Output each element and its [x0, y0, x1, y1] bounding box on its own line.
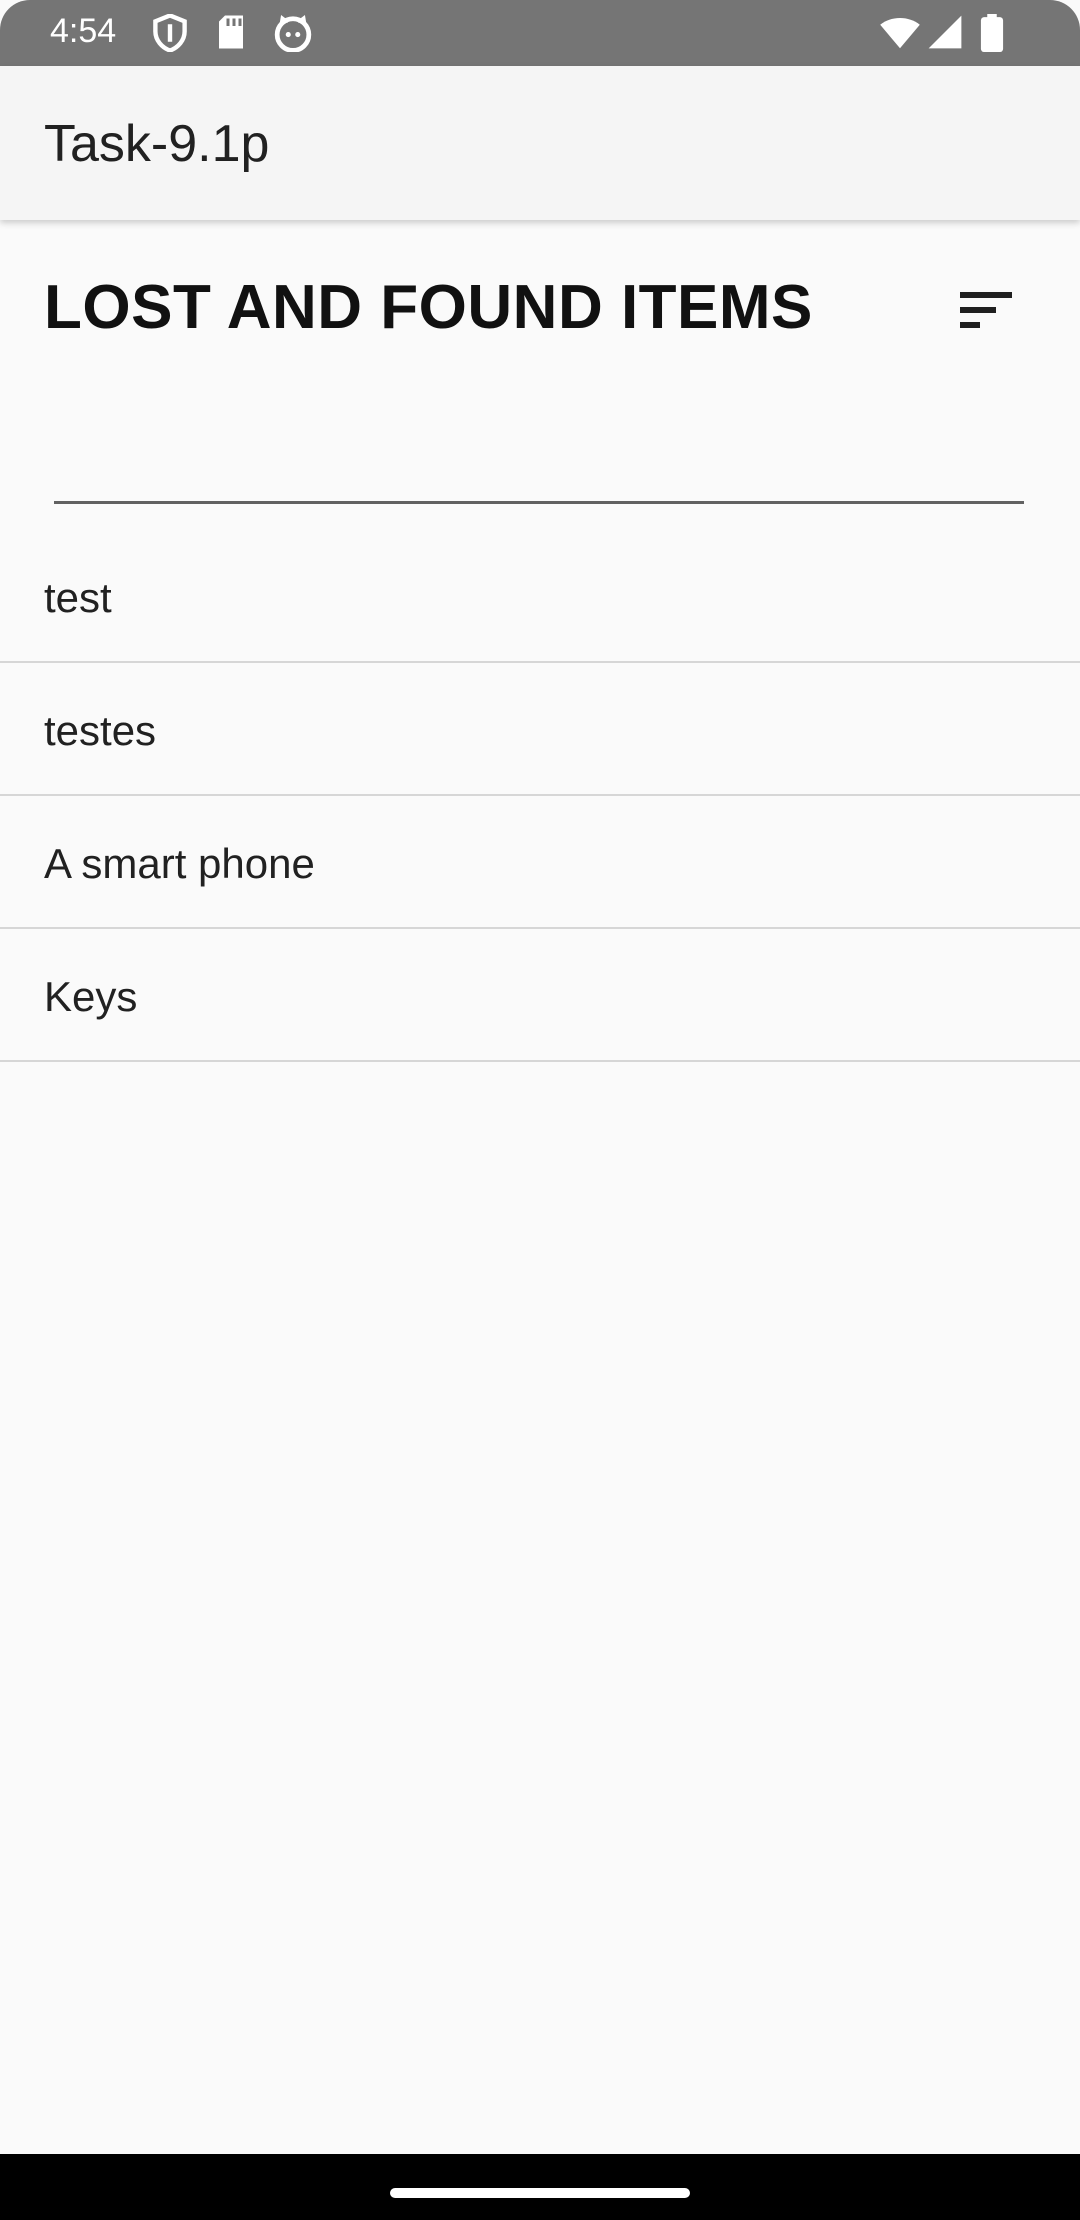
sort-icon	[960, 292, 1012, 328]
app-bar: Task-9.1p	[0, 66, 1080, 220]
list-item[interactable]: A smart phone	[0, 796, 1080, 929]
sort-button[interactable]	[950, 280, 1022, 340]
cat-face-icon	[274, 15, 312, 52]
app-title: Task-9.1p	[44, 115, 270, 173]
signal-icon	[928, 15, 962, 49]
search-input[interactable]	[54, 420, 1024, 504]
list-item-label: test	[44, 574, 112, 621]
list-item[interactable]: test	[0, 530, 1080, 663]
battery-icon	[980, 14, 1004, 52]
status-time: 4:54	[50, 12, 117, 50]
list-item[interactable]: testes	[0, 663, 1080, 796]
list-item-label: Keys	[44, 973, 138, 1020]
item-list: test testes A smart phone Keys	[0, 530, 1080, 1062]
wifi-icon	[880, 18, 920, 49]
navigation-bar	[0, 2154, 1080, 2220]
shield-icon	[153, 14, 187, 52]
list-item-label: testes	[44, 707, 157, 754]
sd-card-icon	[219, 15, 243, 49]
status-bar: 4:54	[0, 0, 1080, 66]
home-handle[interactable]	[390, 2188, 690, 2198]
page-heading: LOST AND FOUND ITEMS	[44, 273, 813, 342]
list-item-label: A smart phone	[44, 840, 315, 887]
list-item[interactable]: Keys	[0, 929, 1080, 1062]
